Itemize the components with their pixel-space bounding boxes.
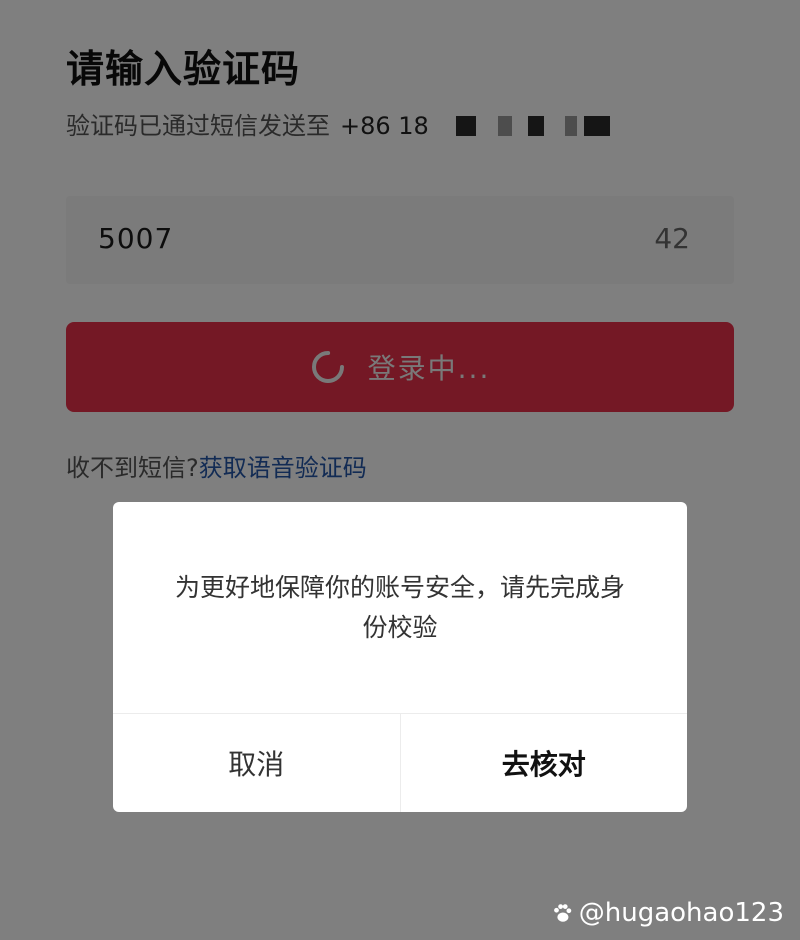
cancel-button[interactable]: 取消 bbox=[113, 714, 400, 812]
watermark: @hugaohao123 bbox=[551, 898, 784, 928]
security-verification-dialog: 为更好地保障你的账号安全，请先完成身份校验 取消 去核对 bbox=[113, 502, 687, 812]
dialog-actions: 取消 去核对 bbox=[113, 713, 687, 812]
verify-button[interactable]: 去核对 bbox=[399, 714, 688, 812]
paw-icon bbox=[553, 904, 572, 922]
watermark-text: @hugaohao123 bbox=[578, 898, 784, 928]
dialog-message: 为更好地保障你的账号安全，请先完成身份校验 bbox=[174, 573, 625, 642]
